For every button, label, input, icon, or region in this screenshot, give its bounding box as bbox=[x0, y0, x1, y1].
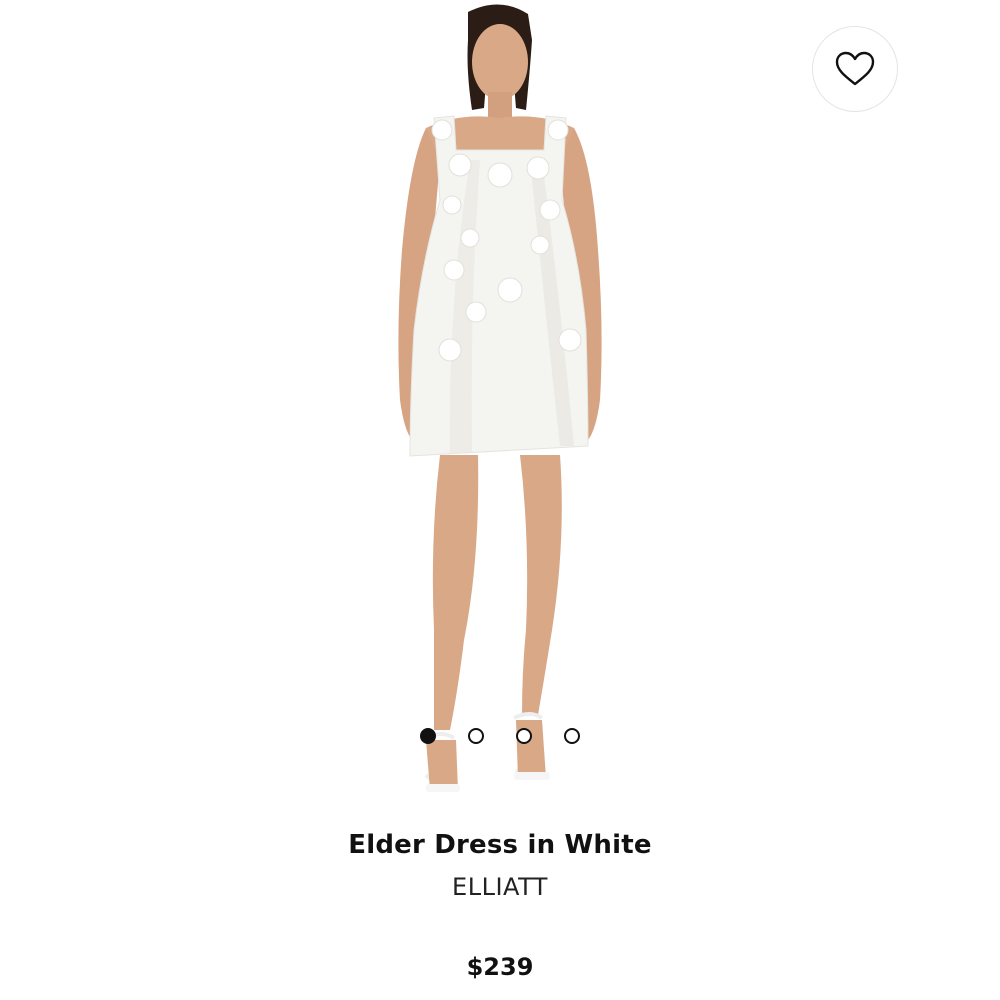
wishlist-button[interactable] bbox=[812, 26, 898, 112]
product-page: Elder Dress in White ELLIATT $239 bbox=[0, 0, 1000, 1000]
brand-name[interactable]: ELLIATT bbox=[0, 873, 1000, 901]
carousel-dot-4[interactable] bbox=[564, 728, 580, 744]
product-price: $239 bbox=[466, 953, 534, 981]
product-image[interactable] bbox=[330, 0, 670, 815]
model-wearing-dress-image bbox=[398, 4, 602, 792]
carousel-dot-1[interactable] bbox=[420, 728, 436, 744]
heart-outline-icon bbox=[835, 51, 875, 86]
carousel-dot-2[interactable] bbox=[468, 728, 484, 744]
image-carousel-indicator bbox=[0, 728, 1000, 746]
carousel-dot-3[interactable] bbox=[516, 728, 532, 744]
product-title: Elder Dress in White bbox=[348, 830, 652, 860]
